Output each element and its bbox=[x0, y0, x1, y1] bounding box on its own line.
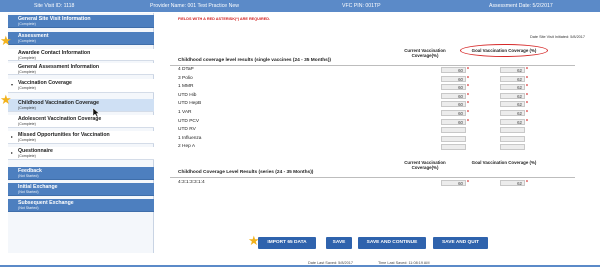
row-label: 1 Influenza bbox=[178, 135, 202, 141]
sidebar-item-childhood-vaccination[interactable]: Childhood Vaccination Coverage (Complete… bbox=[8, 99, 154, 112]
current-coverage-input[interactable]: 60 bbox=[441, 92, 466, 99]
series-row-label: 4:3:1:3:3:1:4 bbox=[178, 180, 205, 185]
assessment-date: Assessment Date: 5/2/2017 bbox=[489, 3, 553, 9]
required-asterisk: * bbox=[467, 92, 469, 99]
required-asterisk: * bbox=[526, 101, 528, 108]
row-label: 1 VAR bbox=[178, 110, 192, 115]
save-button[interactable]: SAVE bbox=[326, 237, 352, 249]
current-coverage-input[interactable]: 60 bbox=[441, 75, 466, 82]
expand-arrow-icon: ▸ bbox=[11, 134, 14, 139]
goal-coverage-input[interactable] bbox=[500, 135, 525, 142]
star-icon: ★ bbox=[0, 33, 12, 48]
sidebar-nav: General Site Visit Information (Complete… bbox=[8, 13, 154, 253]
save-and-quit-button[interactable]: SAVE AND QUIT bbox=[433, 237, 488, 249]
header-bar: Site Visit ID: 1118 Provider Name: 001 T… bbox=[0, 0, 600, 12]
sidebar-item-assessment[interactable]: Assessment (Complete) bbox=[8, 32, 154, 45]
col-current-header: Current Vaccination Coverage(%) bbox=[404, 48, 446, 58]
section-series-title: Childhood Coverage Level Results (series… bbox=[178, 170, 314, 175]
save-and-continue-button[interactable]: SAVE AND CONTINUE bbox=[358, 237, 426, 249]
row-label: UTD HepB bbox=[178, 101, 202, 107]
col-goal-header-2: Goal Vaccination Coverage (%) bbox=[471, 160, 537, 165]
series-goal-input[interactable]: 62 bbox=[500, 180, 525, 186]
required-asterisk: * bbox=[526, 92, 528, 99]
required-asterisk: * bbox=[467, 180, 469, 186]
vfc-pin: VFC PIN: 001TP bbox=[342, 3, 381, 9]
required-fields-note: FIELDS WITH A RED ASTERISK(*) ARE REQUIR… bbox=[178, 17, 271, 21]
current-coverage-input[interactable] bbox=[441, 144, 466, 151]
sidebar-item-awardee-contact[interactable]: Awardee Contact Information (Complete) bbox=[8, 49, 154, 61]
star-icon: ★ bbox=[0, 92, 12, 107]
col-current-header-2: Current Vaccination Coverage(%) bbox=[404, 160, 446, 170]
sidebar-item-subsequent-exchange[interactable]: Subsequent Exchange (Not Started) bbox=[8, 199, 154, 212]
sidebar-item-general-site-visit[interactable]: General Site Visit Information (Complete… bbox=[8, 15, 154, 28]
divider bbox=[170, 177, 575, 178]
required-asterisk: * bbox=[467, 118, 469, 125]
current-coverage-input[interactable] bbox=[441, 127, 466, 134]
goal-coverage-input[interactable]: 62 bbox=[500, 67, 525, 73]
current-coverage-input[interactable]: 60 bbox=[441, 110, 466, 116]
goal-coverage-input[interactable]: 62 bbox=[500, 118, 525, 125]
expand-arrow-icon: ▸ bbox=[11, 150, 14, 155]
required-asterisk: * bbox=[526, 84, 528, 91]
sidebar-item-vaccination-coverage[interactable]: ▾ Vaccination Coverage (Complete) bbox=[8, 79, 154, 93]
divider bbox=[170, 65, 575, 66]
goal-coverage-input[interactable]: 62 bbox=[500, 110, 525, 116]
highlight-circle bbox=[460, 44, 548, 57]
row-label: 4 DTaP bbox=[178, 67, 194, 72]
mouse-cursor-icon bbox=[92, 108, 100, 118]
required-asterisk: * bbox=[526, 110, 528, 116]
goal-coverage-input[interactable]: 62 bbox=[500, 84, 525, 91]
expand-arrow-icon: ▾ bbox=[11, 82, 14, 87]
current-coverage-input[interactable]: 60 bbox=[441, 101, 466, 108]
series-current-input[interactable]: 60 bbox=[441, 180, 466, 186]
row-label: 2 Hep A bbox=[178, 144, 196, 150]
sidebar-item-adolescent-vaccination[interactable]: Adolescent Vaccination Coverage (Complet… bbox=[8, 115, 154, 128]
sidebar-item-missed-opportunities[interactable]: ▸ Missed Opportunities for Vaccination (… bbox=[8, 131, 154, 144]
required-asterisk: * bbox=[526, 67, 528, 73]
required-asterisk: * bbox=[467, 67, 469, 73]
row-label: UTD PCV bbox=[178, 118, 200, 124]
goal-coverage-input[interactable]: 62 bbox=[500, 101, 525, 108]
row-label: UTD Hib bbox=[178, 92, 197, 98]
goal-coverage-input[interactable] bbox=[500, 127, 525, 134]
site-visit-id: Site Visit ID: 1118 bbox=[34, 3, 75, 9]
provider-name: Provider Name: 001 Test Practice New bbox=[150, 3, 239, 9]
required-asterisk: * bbox=[467, 101, 469, 108]
import-data-button[interactable]: IMPORT 65 DATA bbox=[258, 237, 316, 249]
section-single-vaccines-title: Childhood coverage level results (single… bbox=[178, 58, 332, 63]
sidebar-item-general-assessment[interactable]: General Assessment Information (Complete… bbox=[8, 63, 154, 75]
sidebar-item-feedback[interactable]: Feedback (Not Started) bbox=[8, 167, 154, 180]
date-initiated: Date Site Visit Initiated: 5/8/2017 bbox=[530, 35, 586, 39]
row-label: 3 Polio bbox=[178, 75, 193, 81]
required-asterisk: * bbox=[526, 118, 528, 125]
required-asterisk: * bbox=[467, 110, 469, 116]
goal-coverage-input[interactable]: 62 bbox=[500, 75, 525, 82]
row-label: 1 MMR bbox=[178, 84, 194, 90]
required-asterisk: * bbox=[526, 75, 528, 82]
current-coverage-input[interactable]: 60 bbox=[441, 67, 466, 73]
sidebar-item-questionnaire[interactable]: ▸ Questionnaire (Complete) bbox=[8, 147, 154, 160]
goal-coverage-input[interactable] bbox=[500, 144, 525, 151]
current-coverage-input[interactable]: 60 bbox=[441, 84, 466, 91]
required-asterisk: * bbox=[467, 84, 469, 91]
goal-coverage-input[interactable]: 62 bbox=[500, 92, 525, 99]
required-asterisk: * bbox=[526, 180, 528, 186]
row-label: UTD RV bbox=[178, 127, 196, 133]
sidebar-item-initial-exchange[interactable]: Initial Exchange (Not Started) bbox=[8, 183, 154, 196]
current-coverage-input[interactable]: 60 bbox=[441, 118, 466, 125]
current-coverage-input[interactable] bbox=[441, 135, 466, 142]
required-asterisk: * bbox=[467, 75, 469, 82]
